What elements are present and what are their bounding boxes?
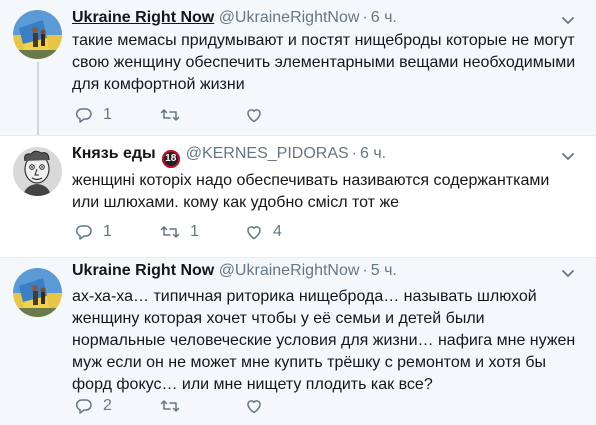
tweet[interactable]: Ukraine Right Now @UkraineRightNow · 6 ч. … xyxy=(0,0,596,135)
separator: · xyxy=(362,262,368,279)
like-button[interactable] xyxy=(245,104,273,126)
heart-icon xyxy=(247,109,261,123)
reply-count: 1 xyxy=(103,223,112,240)
reply-icon xyxy=(75,399,92,414)
separator: · xyxy=(351,145,357,162)
retweet-button[interactable]: 1 xyxy=(160,221,199,243)
ukraine-flag-avatar-image xyxy=(13,10,62,59)
author-name[interactable]: Князь еды xyxy=(72,145,156,162)
retweet-count: 1 xyxy=(190,223,199,240)
author-name[interactable]: Ukraine Right Now xyxy=(72,9,214,26)
retweet-icon xyxy=(160,109,180,121)
heart-icon xyxy=(247,226,261,240)
author-handle[interactable]: @KERNES_PIDORAS xyxy=(186,145,349,162)
avatar[interactable] xyxy=(13,268,62,317)
caricature-avatar-image xyxy=(13,147,62,196)
tweet-header: Князь еды 18 @KERNES_PIDORAS · 6 ч. xyxy=(72,144,386,168)
tweet-text: ах-ха-ха… типичная риторика нищеброда… н… xyxy=(72,288,576,393)
like-count: 4 xyxy=(273,223,282,240)
reply-count: 1 xyxy=(103,106,112,123)
tweet[interactable]: Князь еды 18 @KERNES_PIDORAS · 6 ч. женщині … xyxy=(0,135,596,258)
ukraine-flag-avatar-image xyxy=(13,268,62,317)
age-18-badge-icon: 18 xyxy=(161,150,180,168)
reply-icon xyxy=(75,225,92,240)
reply-button[interactable]: 1 xyxy=(75,221,112,243)
chevron-down-icon[interactable] xyxy=(560,148,576,164)
tweet-text: женщині которіх надо обеспечивать назива… xyxy=(72,172,550,211)
reply-icon xyxy=(75,108,92,123)
reply-count: 2 xyxy=(103,397,112,414)
timestamp[interactable]: 5 ч. xyxy=(371,262,397,279)
thread-connector xyxy=(37,62,39,135)
reply-button[interactable]: 1 xyxy=(75,104,112,126)
like-button[interactable]: 4 xyxy=(245,221,282,243)
chevron-down-icon[interactable] xyxy=(560,12,576,28)
reply-button[interactable]: 2 xyxy=(75,395,112,417)
timestamp[interactable]: 6 ч. xyxy=(360,145,386,162)
heart-icon xyxy=(247,400,261,414)
timestamp[interactable]: 6 ч. xyxy=(371,9,397,26)
tweet[interactable]: Ukraine Right Now @UkraineRightNow · 5 ч. … xyxy=(0,257,596,425)
like-button[interactable] xyxy=(245,395,273,417)
avatar[interactable] xyxy=(13,10,62,59)
retweet-button[interactable] xyxy=(160,104,190,126)
avatar[interactable] xyxy=(13,147,62,196)
separator: · xyxy=(362,9,368,26)
author-name[interactable]: Ukraine Right Now xyxy=(72,262,214,279)
author-handle[interactable]: @UkraineRightNow xyxy=(219,262,360,279)
retweet-icon xyxy=(160,400,180,412)
chevron-down-icon[interactable] xyxy=(560,265,576,281)
tweet-text: такие мемасы придумывают и постят нищебр… xyxy=(72,32,576,93)
tweet-header: Ukraine Right Now @UkraineRightNow · 6 ч. xyxy=(72,8,397,28)
tweet-header: Ukraine Right Now @UkraineRightNow · 5 ч. xyxy=(72,261,397,281)
retweet-icon xyxy=(160,226,180,238)
retweet-button[interactable] xyxy=(160,395,190,417)
author-handle[interactable]: @UkraineRightNow xyxy=(219,9,360,26)
